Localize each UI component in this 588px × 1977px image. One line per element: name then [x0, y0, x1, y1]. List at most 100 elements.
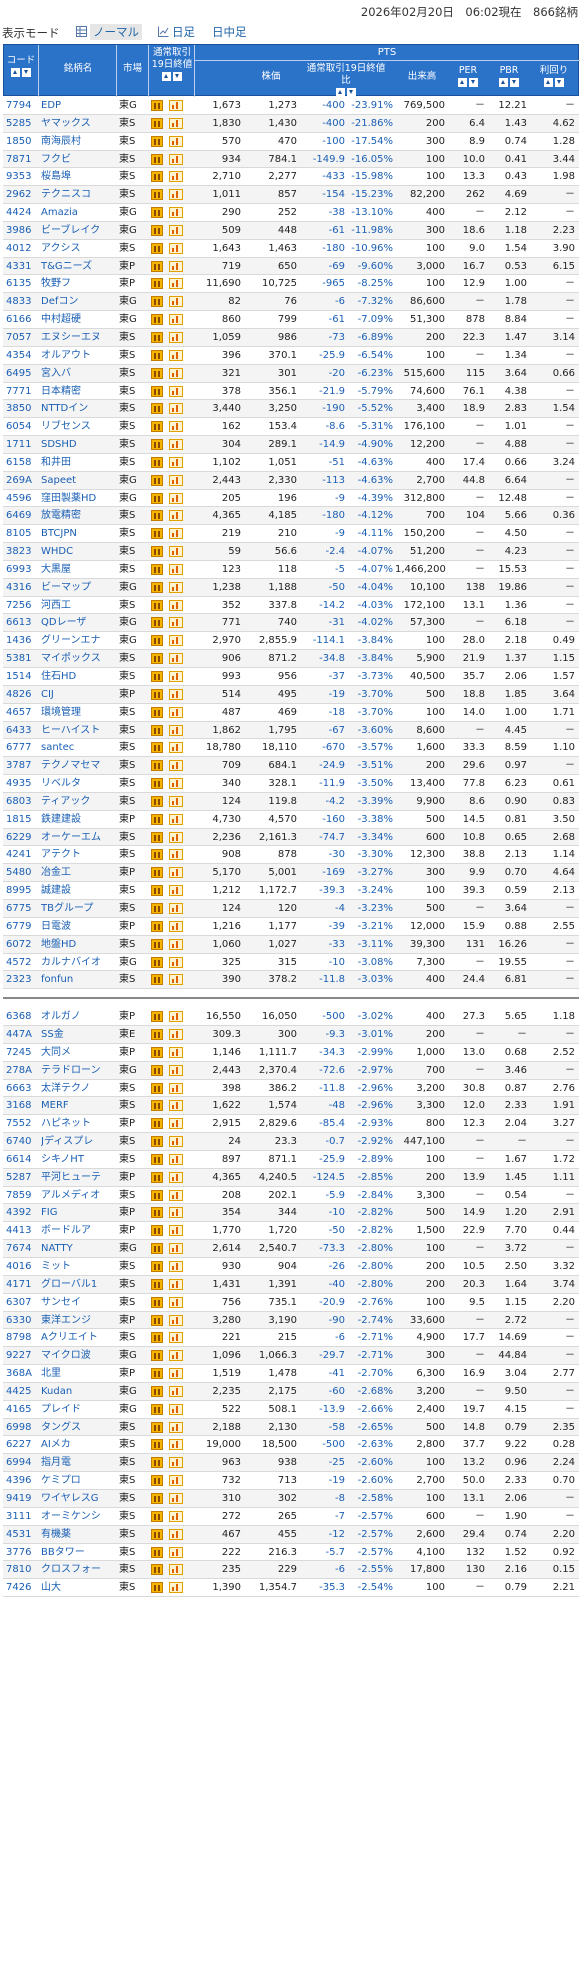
stock-code-link[interactable]: 6775 — [6, 900, 34, 917]
mode-daily-button[interactable]: 日足 — [158, 23, 195, 41]
chart-icon[interactable] — [169, 849, 183, 861]
stock-name-link[interactable]: 中村超硬 — [41, 311, 116, 328]
board-icon[interactable] — [151, 492, 163, 504]
chart-icon[interactable] — [169, 1100, 183, 1112]
stock-name-link[interactable]: 山大 — [41, 1579, 116, 1596]
stock-code-link[interactable]: 4331 — [6, 258, 34, 275]
chart-icon[interactable] — [169, 795, 183, 807]
stock-name-link[interactable]: ヤマックス — [41, 115, 116, 132]
stock-name-link[interactable]: 牧野フ — [41, 275, 116, 292]
chart-icon[interactable] — [169, 1082, 183, 1094]
chart-icon[interactable] — [169, 1582, 183, 1594]
chart-icon[interactable] — [169, 1421, 183, 1433]
chart-icon[interactable] — [169, 1332, 183, 1344]
chart-icon[interactable] — [169, 1029, 183, 1041]
stock-name-link[interactable]: 東洋エンジ — [41, 1312, 116, 1329]
stock-name-link[interactable]: MERF — [41, 1097, 116, 1114]
col-pbr-header[interactable]: PBR — [490, 65, 528, 89]
board-icon[interactable] — [151, 1011, 163, 1023]
stock-code-link[interactable]: 269A — [6, 472, 34, 489]
stock-name-link[interactable]: fonfun — [41, 971, 116, 988]
stock-name-link[interactable]: 地盤HD — [41, 936, 116, 953]
board-icon[interactable] — [151, 421, 163, 433]
chart-icon[interactable] — [169, 1261, 183, 1272]
stock-code-link[interactable]: 6993 — [6, 561, 34, 578]
stock-code-link[interactable]: 3850 — [6, 400, 34, 417]
chart-icon[interactable] — [169, 902, 183, 914]
stock-name-link[interactable]: 北里 — [41, 1365, 116, 1382]
sort-desc-icon[interactable] — [510, 78, 519, 87]
stock-name-link[interactable]: BTCJPN — [41, 525, 116, 542]
stock-name-link[interactable]: NATTY — [41, 1240, 116, 1257]
chart-icon[interactable] — [169, 831, 183, 843]
chart-icon[interactable] — [169, 1368, 183, 1380]
stock-name-link[interactable]: WHDC — [41, 543, 116, 560]
chart-icon[interactable] — [169, 528, 183, 540]
stock-name-link[interactable]: アルメディオ — [41, 1187, 116, 1204]
stock-name-link[interactable]: 環境管理 — [41, 704, 116, 721]
stock-name-link[interactable]: 住石HD — [41, 668, 116, 685]
stock-name-link[interactable]: FIG — [41, 1204, 116, 1221]
mode-intraday-button[interactable]: 日中足 — [198, 23, 247, 41]
stock-code-link[interactable]: 3776 — [6, 1544, 34, 1561]
sort-asc-icon[interactable] — [499, 78, 508, 87]
stock-name-link[interactable]: アクシス — [41, 240, 116, 257]
board-icon[interactable] — [151, 260, 163, 272]
chart-icon[interactable] — [169, 671, 183, 682]
stock-code-link[interactable]: 7794 — [6, 97, 34, 114]
chart-icon[interactable] — [169, 563, 183, 575]
chart-icon[interactable] — [169, 349, 183, 361]
stock-name-link[interactable]: テクニスコ — [41, 186, 116, 203]
board-icon[interactable] — [151, 813, 163, 825]
board-icon[interactable] — [151, 1528, 163, 1540]
stock-code-link[interactable]: 8798 — [6, 1329, 34, 1346]
chart-icon[interactable] — [169, 456, 183, 468]
board-icon[interactable] — [151, 242, 163, 254]
stock-name-link[interactable]: オルアウト — [41, 347, 116, 364]
chart-icon[interactable] — [169, 813, 183, 825]
chart-icon[interactable] — [169, 1064, 183, 1076]
chart-icon[interactable] — [169, 867, 183, 879]
stock-code-link[interactable]: 4657 — [6, 704, 34, 721]
stock-name-link[interactable]: 誠建設 — [41, 882, 116, 899]
stock-name-link[interactable]: 桜島埠 — [41, 168, 116, 185]
stock-code-link[interactable]: 7256 — [6, 597, 34, 614]
chart-icon[interactable] — [169, 1350, 183, 1362]
board-icon[interactable] — [151, 1207, 163, 1219]
stock-name-link[interactable]: santec — [41, 739, 116, 756]
stock-code-link[interactable]: 3111 — [6, 1508, 34, 1525]
board-icon[interactable] — [151, 1064, 163, 1076]
chart-icon[interactable] — [169, 1510, 183, 1522]
chart-icon[interactable] — [169, 510, 183, 522]
board-icon[interactable] — [151, 510, 163, 522]
stock-name-link[interactable]: 大同メ — [41, 1044, 116, 1061]
chart-icon[interactable] — [169, 403, 183, 415]
stock-name-link[interactable]: ハピネット — [41, 1115, 116, 1132]
chart-icon[interactable] — [169, 331, 183, 343]
chart-icon[interactable] — [169, 421, 183, 433]
board-icon[interactable] — [151, 1136, 163, 1148]
board-icon[interactable] — [151, 1278, 163, 1290]
board-icon[interactable] — [151, 760, 163, 772]
chart-icon[interactable] — [169, 189, 183, 201]
chart-icon[interactable] — [169, 1278, 183, 1290]
board-icon[interactable] — [151, 724, 163, 736]
board-icon[interactable] — [151, 296, 163, 308]
stock-code-link[interactable]: 7552 — [6, 1115, 34, 1132]
board-icon[interactable] — [151, 1439, 163, 1451]
stock-name-link[interactable]: TBグループ — [41, 900, 116, 917]
stock-name-link[interactable]: 太洋テクノ — [41, 1080, 116, 1097]
chart-icon[interactable] — [169, 581, 183, 593]
chart-icon[interactable] — [169, 1207, 183, 1219]
stock-name-link[interactable]: オルガノ — [41, 1008, 116, 1025]
chart-icon[interactable] — [169, 688, 183, 700]
stock-name-link[interactable]: ワイヤレスG — [41, 1490, 116, 1507]
chart-icon[interactable] — [169, 1457, 183, 1469]
stock-code-link[interactable]: 2323 — [6, 971, 34, 988]
board-icon[interactable] — [151, 1546, 163, 1558]
board-icon[interactable] — [151, 1225, 163, 1237]
stock-code-link[interactable]: 278A — [6, 1062, 34, 1079]
stock-name-link[interactable]: EDP — [41, 97, 116, 114]
chart-icon[interactable] — [169, 207, 183, 219]
sort-desc-icon[interactable] — [555, 78, 564, 87]
